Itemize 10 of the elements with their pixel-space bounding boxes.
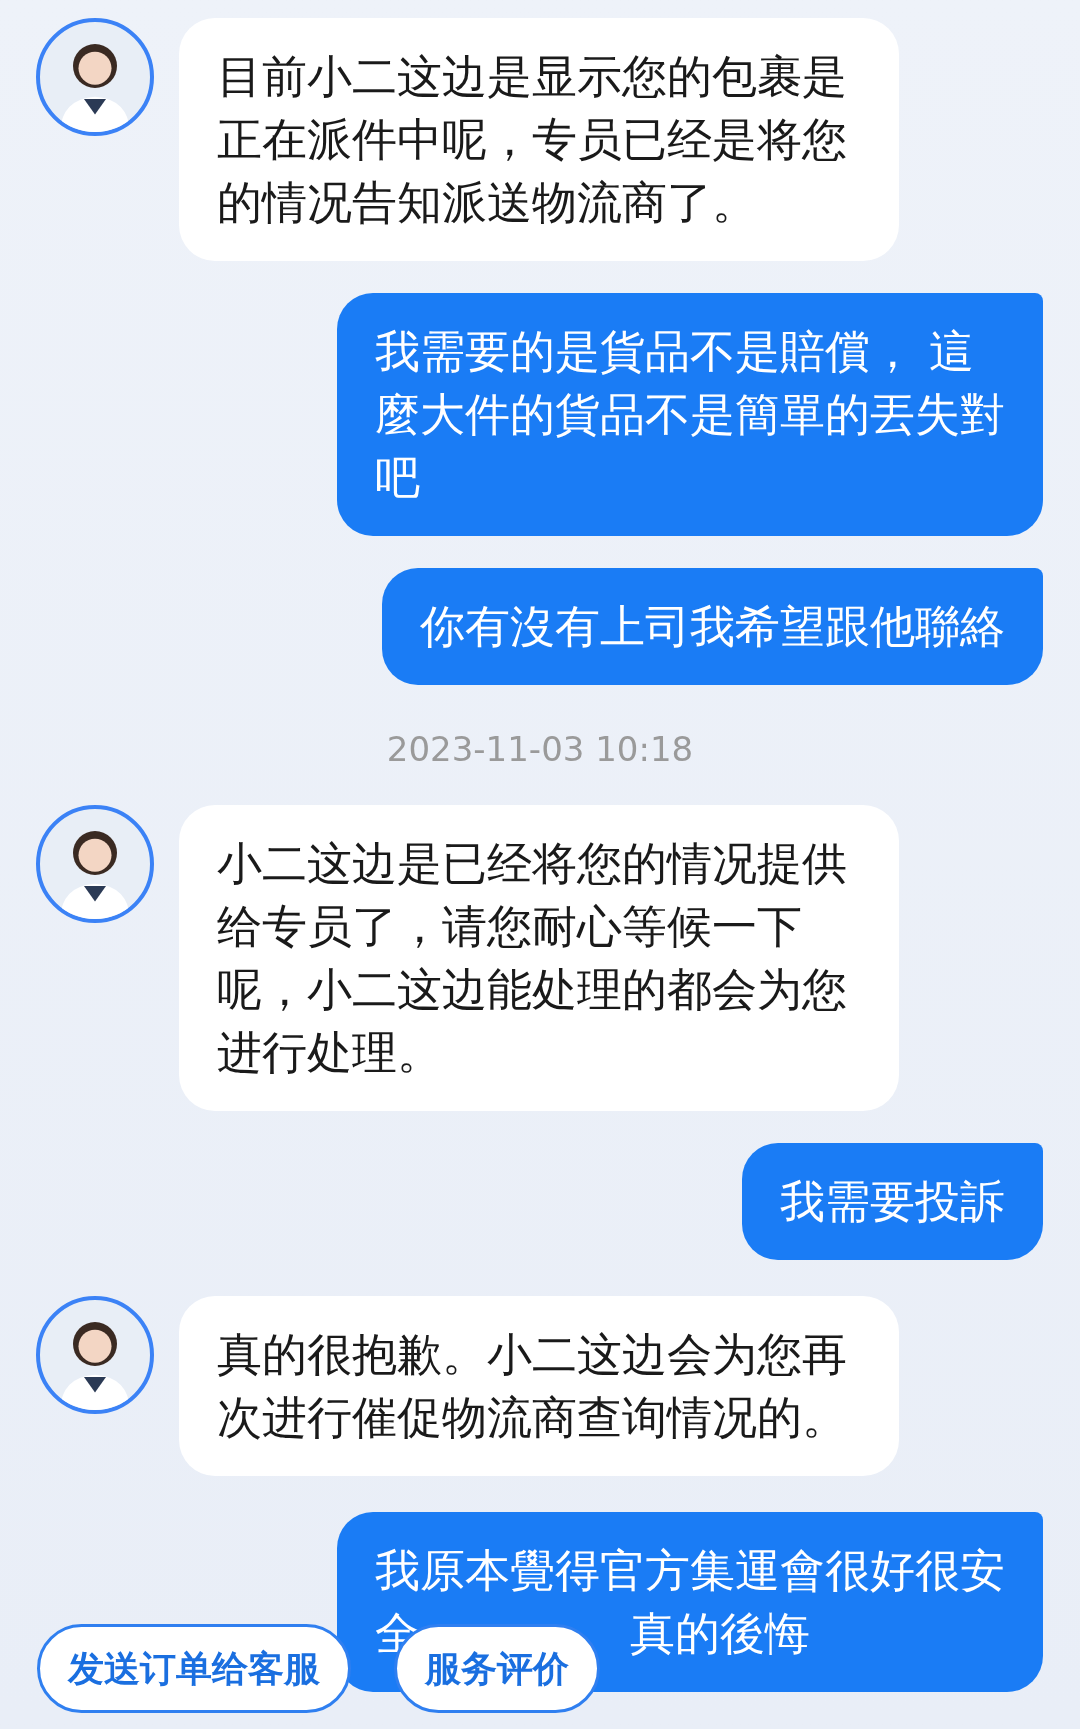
user-message-bubble: 我需要投訴 — [742, 1143, 1043, 1260]
user-message-bubble: 你有沒有上司我希望跟他聯絡 — [382, 568, 1043, 685]
timestamp: 2023-11-03 10:18 — [386, 729, 694, 769]
agent-message-bubble: 目前小二这边是显示您的包裹是正在派件中呢，专员已经是将您的情况告知派送物流商了。 — [179, 18, 899, 261]
agent-message-bubble: 小二这边是已经将您的情况提供给专员了，请您耐心等候一下呢，小二这边能处理的都会为您进行处理。 — [179, 805, 899, 1111]
user-message-bubble: 我需要的是貨品不是賠償， 這麼大件的貨品不是簡單的丟失對吧 — [337, 293, 1043, 536]
action-button[interactable]: 发送订单给客服 — [37, 1624, 351, 1713]
message-text: 我原本覺得官方集運會很好很安 — [375, 1543, 1005, 1599]
agent-message-bubble: 真的很抱歉。小二这边会为您再次进行催促物流商查询情况的。 — [179, 1296, 899, 1476]
message-text: 真的後悔 — [630, 1606, 810, 1662]
